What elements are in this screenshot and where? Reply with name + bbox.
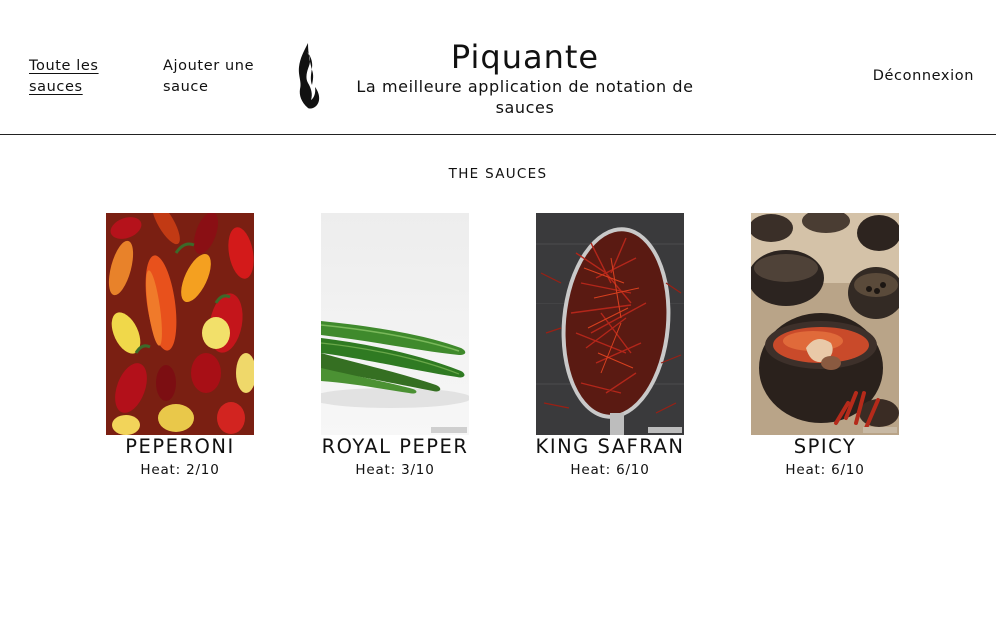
sauce-name: SPICY [793,435,857,458]
sauce-heat: Heat: 6/10 [570,462,650,478]
sauce-card-peperoni[interactable]: PEPERONI Heat: 2/10 [106,213,254,480]
sauce-name: ROYAL PEPER [321,435,469,458]
sauce-image-royal-peper[interactable] [321,213,469,435]
sauce-card-king-safran[interactable]: KING SAFRAN Heat: 6/10 [536,213,684,480]
logout-link[interactable]: Déconnexion [873,66,974,87]
flame-icon [298,43,320,109]
sauce-name: PEPERONI [125,435,235,458]
nav-add-sauce-link[interactable]: Ajouter une sauce [163,56,273,98]
section-title: THE SAUCES [448,166,548,182]
nav-all-sauces-link[interactable]: Toute les sauces [29,56,119,98]
app-title: Piquante [450,38,600,76]
sauce-heat: Heat: 6/10 [785,462,865,478]
sauce-name: KING SAFRAN [535,435,685,458]
sauce-card-spicy[interactable]: SPICY Heat: 6/10 [751,213,899,480]
sauce-heat: Heat: 2/10 [140,462,220,478]
sauce-heat: Heat: 3/10 [355,462,435,478]
brand-block: Piquante La meilleure application de not… [340,38,710,118]
app-tagline: La meilleure application de notation de … [356,77,694,117]
app-header: Toute les sauces Ajouter une sauce Piqua… [0,0,996,135]
sauce-image-peperoni[interactable] [106,213,254,435]
sauce-card-royal-peper[interactable]: ROYAL PEPER Heat: 3/10 [321,213,469,480]
sauce-image-spicy[interactable] [751,213,899,435]
sauce-image-king-safran[interactable] [536,213,684,435]
